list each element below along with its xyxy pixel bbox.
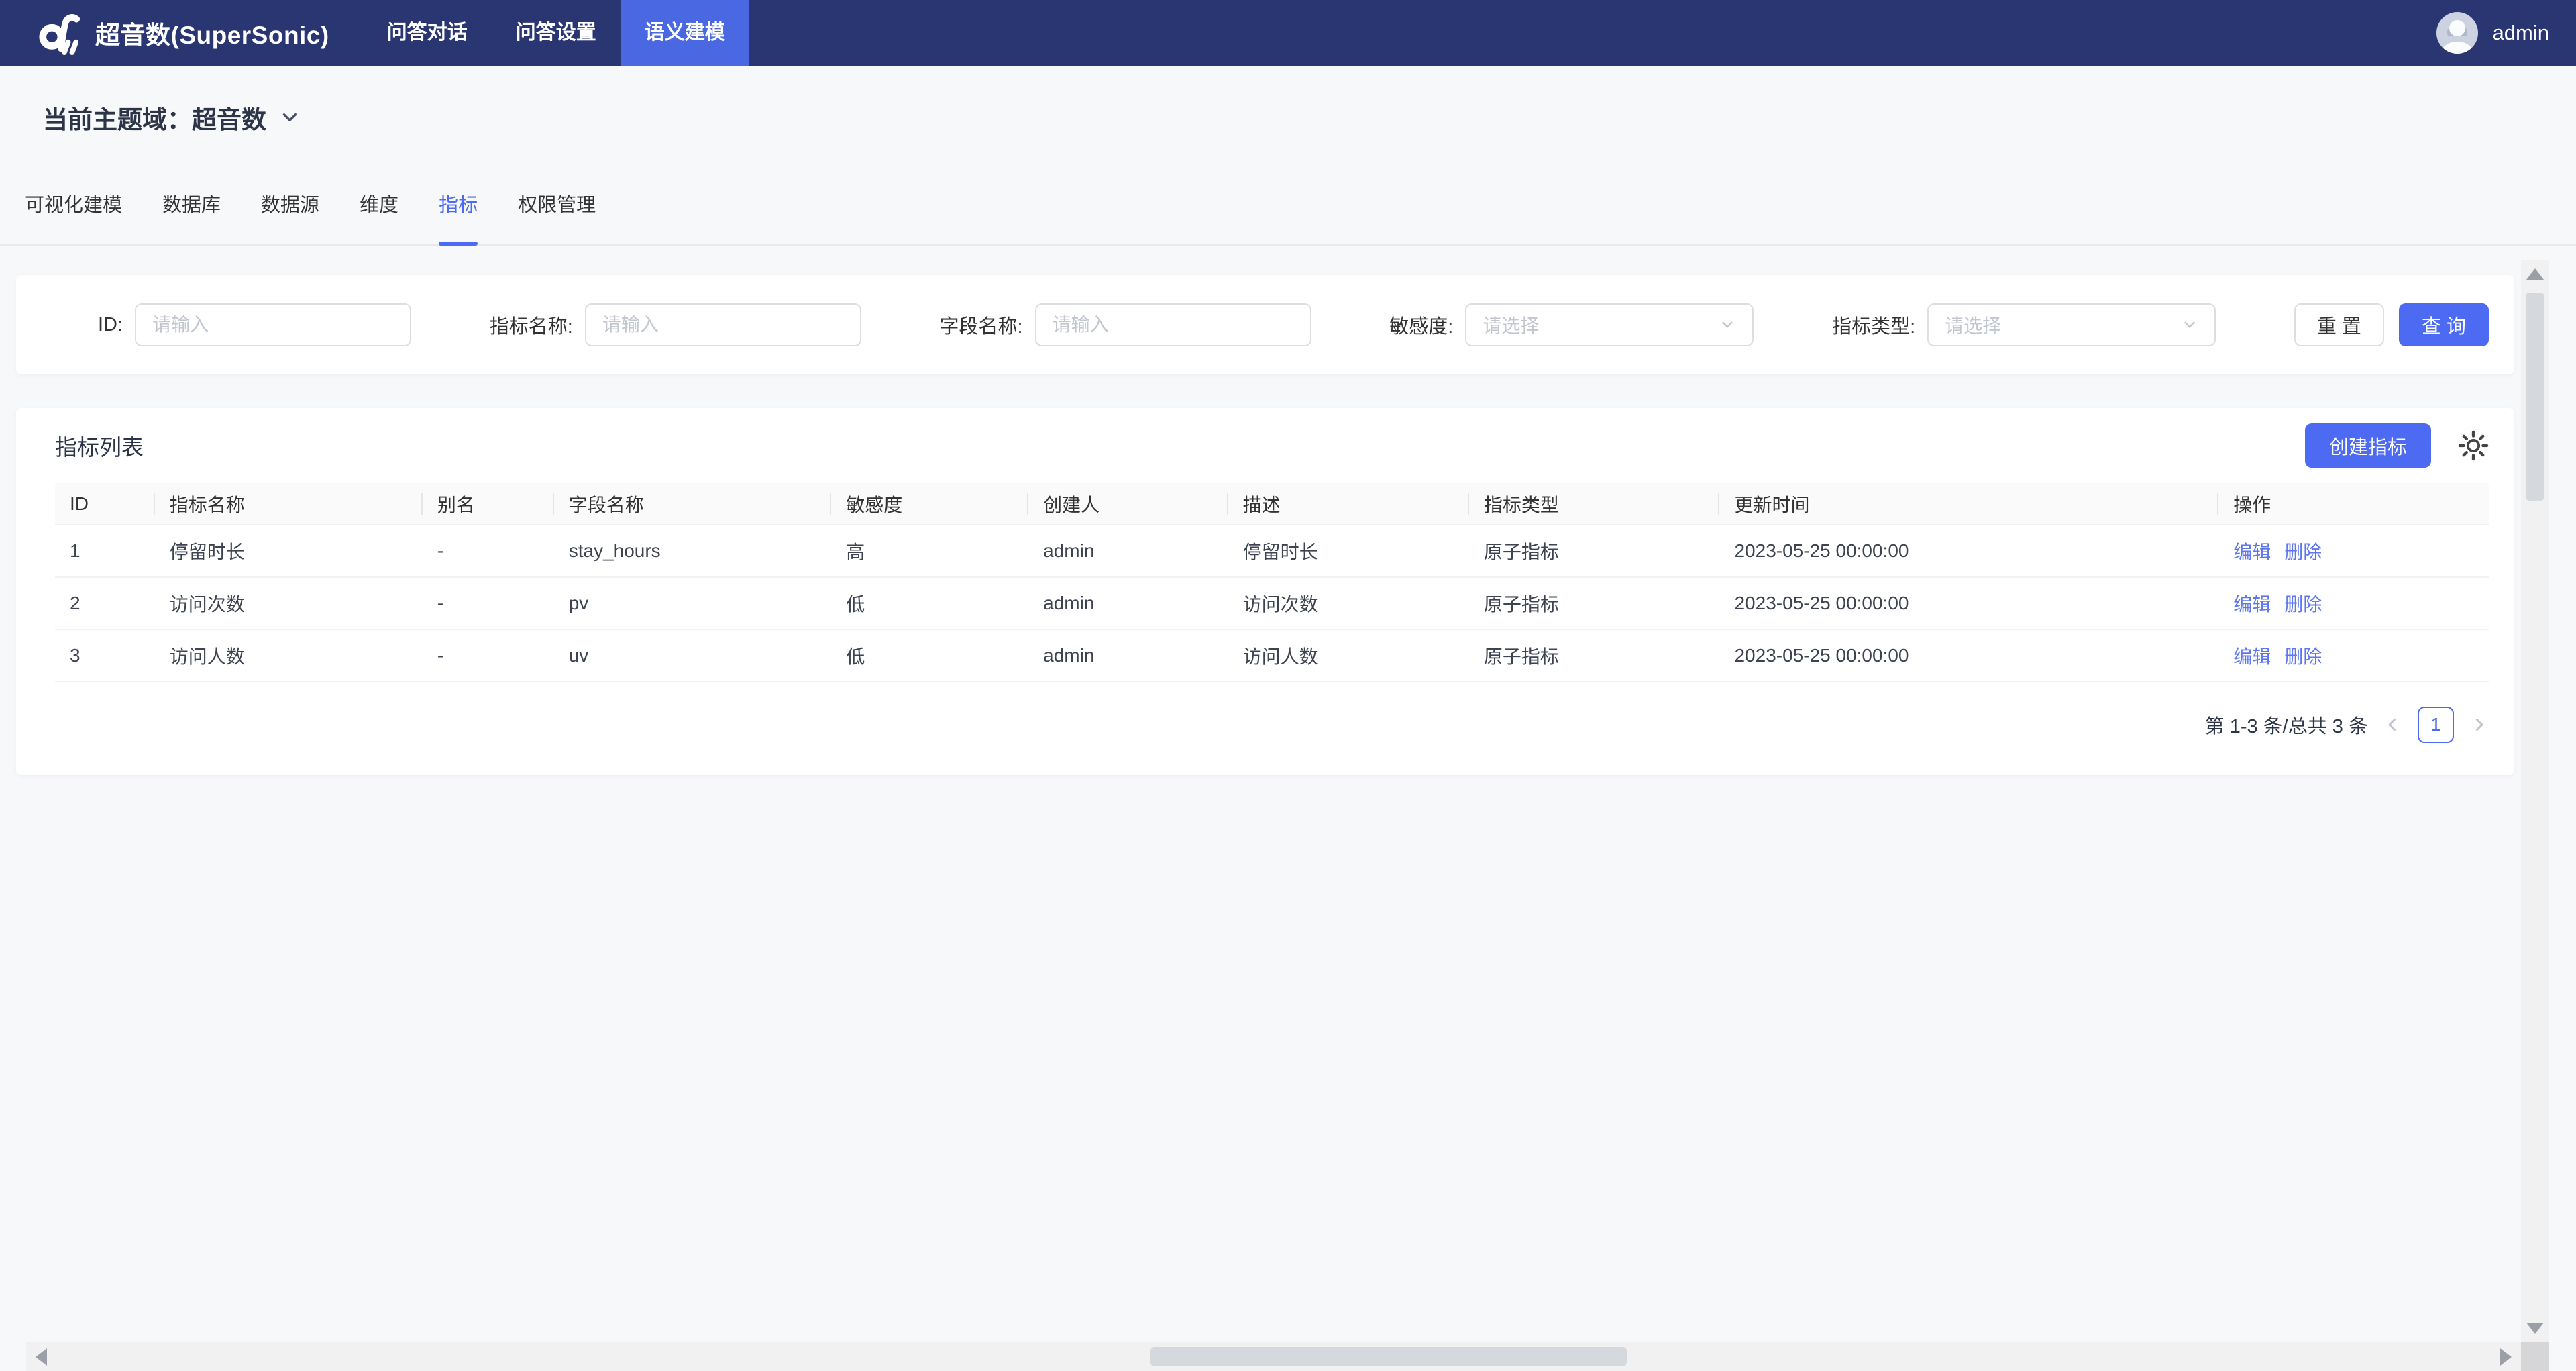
- filter-name-label: 指标名称:: [490, 311, 573, 339]
- filter-type-group: 指标类型: 请选择: [1832, 303, 2216, 346]
- nav-menu: 问答对话 问答设置 语义建模: [363, 0, 749, 66]
- tab-datasource[interactable]: 数据源: [261, 189, 319, 244]
- filter-field-label: 字段名称:: [940, 311, 1023, 339]
- delete-link[interactable]: 删除: [2284, 542, 2322, 562]
- col-field: 字段名称: [554, 483, 832, 525]
- next-page-icon[interactable]: [2469, 715, 2489, 735]
- nav-item-qa-chat[interactable]: 问答对话: [363, 0, 492, 66]
- page-number-1[interactable]: 1: [2418, 707, 2454, 743]
- filter-field-input[interactable]: [1035, 303, 1311, 346]
- col-name: 指标名称: [155, 483, 423, 525]
- filter-field-group: 字段名称:: [940, 303, 1311, 346]
- delete-link[interactable]: 删除: [2284, 594, 2322, 615]
- table-header-row: ID 指标名称 别名 字段名称 敏感度 创建人 描述 指标类型 更新时间 操作: [55, 483, 2489, 525]
- vertical-scrollbar[interactable]: [2521, 260, 2549, 1342]
- filter-sensitivity-select[interactable]: 请选择: [1465, 303, 1754, 346]
- table-row: 2 访问次数 - pv 低 admin 访问次数 原子指标 2023-05-25…: [55, 577, 2489, 629]
- filter-id-group: ID:: [98, 303, 411, 346]
- filter-name-group: 指标名称:: [490, 303, 861, 346]
- metric-table: ID 指标名称 别名 字段名称 敏感度 创建人 描述 指标类型 更新时间 操作 …: [55, 483, 2489, 682]
- nav-item-qa-settings[interactable]: 问答设置: [492, 0, 621, 66]
- filter-type-label: 指标类型:: [1832, 311, 1915, 339]
- pagination: 第 1-3 条/总共 3 条 1: [55, 707, 2489, 743]
- nav-user-area[interactable]: admin: [2436, 12, 2549, 54]
- metric-list-header: 指标列表 创建指标: [55, 408, 2489, 483]
- prev-page-icon[interactable]: [2383, 715, 2403, 735]
- tab-permission[interactable]: 权限管理: [518, 189, 596, 244]
- col-id: ID: [55, 483, 155, 525]
- col-description: 描述: [1228, 483, 1469, 525]
- filter-id-label: ID:: [98, 314, 123, 336]
- delete-link[interactable]: 删除: [2284, 646, 2322, 667]
- metric-list-card: 指标列表 创建指标: [16, 408, 2514, 775]
- filter-id-input[interactable]: [135, 303, 411, 346]
- scroll-down-arrow[interactable]: [2526, 1323, 2544, 1334]
- filter-name-input[interactable]: [585, 303, 861, 346]
- nav-item-semantic-modeling[interactable]: 语义建模: [621, 0, 749, 66]
- col-creator: 创建人: [1028, 483, 1228, 525]
- username-label: admin: [2493, 21, 2549, 45]
- pagination-summary: 第 1-3 条/总共 3 条: [2205, 711, 2368, 739]
- top-nav-bar: 超音数(SuperSonic) 问答对话 问答设置 语义建模 admin: [0, 0, 2576, 66]
- gear-icon[interactable]: [2458, 430, 2489, 461]
- table-row: 1 停留时长 - stay_hours 高 admin 停留时长 原子指标 20…: [55, 525, 2489, 577]
- edit-link[interactable]: 编辑: [2233, 594, 2271, 615]
- supersonic-logo-icon: [38, 11, 82, 55]
- edit-link[interactable]: 编辑: [2233, 646, 2271, 667]
- tab-metric[interactable]: 指标: [439, 189, 478, 244]
- chevron-down-icon: [2181, 316, 2198, 334]
- user-avatar-icon[interactable]: [2436, 12, 2478, 54]
- domain-label: 当前主题域：: [43, 99, 192, 136]
- filter-sensitivity-label: 敏感度:: [1389, 311, 1453, 339]
- create-metric-button[interactable]: 创建指标: [2305, 423, 2431, 468]
- tab-database[interactable]: 数据库: [162, 189, 221, 244]
- tab-dimension[interactable]: 维度: [360, 189, 398, 244]
- col-actions: 操作: [2218, 483, 2489, 525]
- chevron-down-icon: [1719, 316, 1736, 334]
- app-logo: 超音数(SuperSonic): [38, 11, 329, 55]
- scroll-left-arrow[interactable]: [36, 1348, 47, 1366]
- filter-actions: 重 置 查 询: [2294, 303, 2489, 346]
- vertical-scrollbar-thumb[interactable]: [2526, 293, 2544, 501]
- scroll-right-arrow[interactable]: [2500, 1348, 2512, 1366]
- col-updated: 更新时间: [1719, 483, 2218, 525]
- current-domain-bar: 当前主题域： 超音数: [0, 66, 2576, 160]
- table-row: 3 访问人数 - uv 低 admin 访问人数 原子指标 2023-05-25…: [55, 629, 2489, 682]
- edit-link[interactable]: 编辑: [2233, 542, 2271, 562]
- filter-type-select[interactable]: 请选择: [1927, 303, 2216, 346]
- metric-list-title: 指标列表: [55, 429, 144, 462]
- domain-value: 超音数: [192, 99, 266, 136]
- horizontal-scrollbar-thumb[interactable]: [1150, 1347, 1627, 1366]
- search-button[interactable]: 查 询: [2399, 303, 2489, 346]
- scroll-up-arrow[interactable]: [2526, 268, 2544, 280]
- filter-sensitivity-group: 敏感度: 请选择: [1389, 303, 1754, 346]
- model-tabs: 可视化建模 数据库 数据源 维度 指标 权限管理: [0, 160, 2576, 246]
- col-alias: 别名: [423, 483, 554, 525]
- domain-chevron-down-icon[interactable]: [278, 106, 301, 129]
- col-type: 指标类型: [1469, 483, 1720, 525]
- tab-visual-modeling[interactable]: 可视化建模: [25, 189, 122, 244]
- col-sensitivity: 敏感度: [831, 483, 1028, 525]
- reset-button[interactable]: 重 置: [2294, 303, 2384, 346]
- filter-bar: ID: 指标名称: 字段名称: 敏感度: 请选择 指标类型: 请选择 重 置 查…: [16, 275, 2514, 374]
- app-title: 超音数(SuperSonic): [95, 15, 329, 51]
- horizontal-scrollbar[interactable]: [26, 1342, 2521, 1371]
- scrollbar-corner: [2521, 1342, 2549, 1371]
